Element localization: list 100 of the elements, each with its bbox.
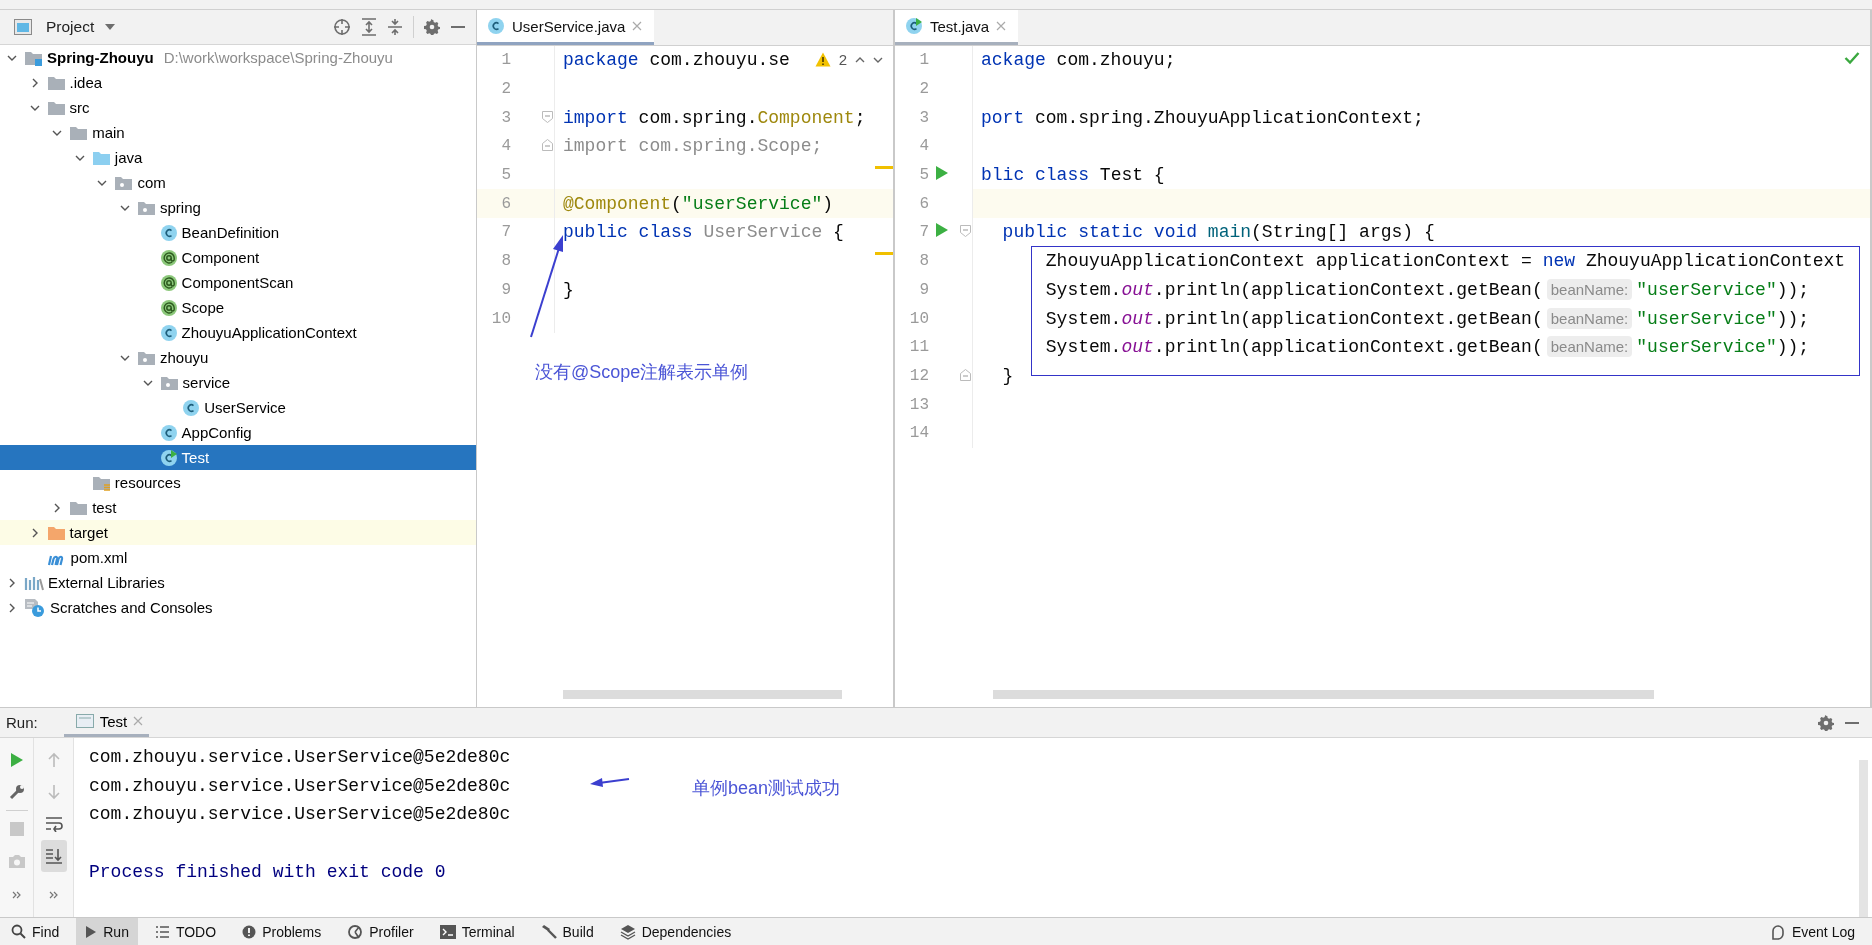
more-icon[interactable] — [48, 891, 59, 899]
line-number: 6 — [918, 194, 929, 213]
console-line: Process finished with exit code 0 — [89, 860, 446, 884]
annotation-arrow — [590, 778, 630, 787]
folder-icon — [69, 499, 89, 516]
close-icon[interactable] — [996, 21, 1007, 31]
check-icon — [1844, 51, 1860, 65]
code-line: package com.zhouyu.se — [562, 50, 790, 71]
line-number: 1 — [500, 51, 511, 70]
class-icon — [182, 398, 201, 417]
line-number: 4 — [918, 137, 929, 156]
tree-item[interactable]: ZhouyuApplicationContext — [0, 320, 476, 345]
chevron-right-icon[interactable] — [7, 577, 17, 588]
tree-item[interactable]: ComponentScan — [0, 270, 476, 295]
run-icon[interactable] — [935, 165, 949, 182]
horizontal-scrollbar[interactable] — [563, 690, 842, 699]
tree-item[interactable]: Test — [0, 445, 476, 470]
tool-window-button[interactable]: Profiler — [338, 918, 423, 945]
project-path: D:\work\workspace\Spring-Zhouyu — [163, 49, 393, 66]
editor-tab[interactable]: UserService.java — [477, 10, 655, 45]
tool-window-button[interactable]: Problems — [233, 918, 331, 945]
scroll-to-end-icon[interactable] — [44, 848, 63, 864]
tool-window-button[interactable]: Dependencies — [610, 918, 741, 945]
tool-window-button[interactable]: Build — [531, 918, 603, 945]
settings-icon[interactable] — [424, 19, 440, 35]
tree-item[interactable]: zhouyu — [0, 345, 476, 370]
resources-folder-icon — [91, 474, 111, 491]
tool-window-button[interactable]: Run — [76, 918, 138, 945]
package-icon — [114, 174, 134, 191]
chevron-right-icon[interactable] — [7, 602, 17, 613]
tree-item[interactable]: Scratches and Consoles — [0, 595, 476, 620]
annotation-icon — [159, 273, 178, 292]
code-line: } — [1001, 365, 1014, 386]
tree-item[interactable]: .idea — [0, 70, 476, 95]
editor-tab[interactable]: Test.java — [895, 10, 1019, 45]
console-icon — [75, 713, 94, 729]
scratches-icon — [24, 597, 46, 618]
tree-item[interactable]: pom.xml — [0, 545, 476, 570]
code-line: port com.spring.ZhouyuApplicationContext; — [980, 107, 1424, 128]
tree-item[interactable]: Component — [0, 245, 476, 270]
warning-count[interactable]: 2 — [838, 51, 847, 68]
folder-icon — [46, 99, 66, 116]
line-number: 2 — [500, 80, 511, 99]
tool-window-button[interactable]: TODO — [145, 918, 226, 945]
tree-item[interactable]: Spring-Zhouyu D:\work\workspace\Spring-Zhouyu — [0, 45, 476, 70]
soft-wrap-icon[interactable] — [44, 816, 63, 832]
tool-window-button[interactable]: Terminal — [430, 918, 524, 945]
tree-item[interactable]: Scope — [0, 295, 476, 320]
class-icon — [487, 17, 505, 35]
run-tab[interactable]: Test — [63, 708, 150, 737]
dropdown-caret-icon[interactable] — [104, 23, 117, 31]
warning-icon[interactable] — [814, 52, 831, 67]
expand-all-icon[interactable] — [361, 18, 377, 36]
annotation-icon — [159, 298, 178, 317]
line-number: 4 — [500, 137, 511, 156]
tool-window-button[interactable]: Find — [2, 918, 69, 945]
folder-icon — [69, 124, 89, 141]
tree-item[interactable]: com — [0, 170, 476, 195]
panel-title[interactable]: Project — [46, 18, 95, 36]
play-icon — [85, 924, 98, 939]
horizontal-scrollbar[interactable] — [993, 690, 1654, 699]
tree-item[interactable]: AppConfig — [0, 420, 476, 445]
folder-icon — [46, 74, 66, 91]
tree-item[interactable]: test — [0, 495, 476, 520]
line-number: 11 — [908, 338, 929, 357]
tree-item[interactable]: resources — [0, 470, 476, 495]
locate-icon[interactable] — [333, 18, 351, 36]
wrench-icon[interactable] — [8, 784, 25, 800]
tree-item[interactable]: service — [0, 370, 476, 395]
more-icon[interactable] — [11, 891, 22, 899]
tree-item[interactable]: spring — [0, 195, 476, 220]
package-icon — [159, 374, 179, 391]
close-icon[interactable] — [632, 21, 643, 31]
collapse-all-icon[interactable] — [387, 18, 403, 36]
event-log-button[interactable]: Event Log — [1760, 918, 1864, 945]
annotation-icon — [159, 248, 178, 267]
code-line: ZhouyuApplicationContext applicationContext = new ZhouyuApplicationContext — [1044, 251, 1846, 272]
code-line: public class UserService { — [562, 222, 844, 243]
tree-item[interactable]: External Libraries — [0, 570, 476, 595]
line-number: 6 — [500, 194, 511, 213]
tree-item[interactable]: target — [0, 520, 476, 545]
tree-item[interactable]: BeanDefinition — [0, 220, 476, 245]
line-number: 12 — [908, 366, 929, 385]
run-icon[interactable] — [935, 222, 949, 239]
vertical-scrollbar[interactable] — [1859, 760, 1868, 917]
layers-icon — [619, 923, 636, 940]
line-number: 13 — [908, 395, 929, 414]
run-icon[interactable] — [9, 752, 24, 768]
search-icon — [11, 924, 26, 939]
gauge-icon — [347, 923, 364, 940]
code-line: @Component("userService") — [562, 193, 834, 214]
tree-item[interactable]: main — [0, 120, 476, 145]
package-icon — [137, 199, 156, 216]
code-line: System.out.println(applicationContext.getBean( beanName: "userService")); — [1044, 337, 1810, 358]
line-number: 2 — [918, 80, 929, 99]
runnable-class-icon — [905, 17, 923, 35]
tree-item[interactable]: UserService — [0, 395, 476, 420]
tree-item[interactable]: src — [0, 95, 476, 120]
tree-item[interactable]: java — [0, 145, 476, 170]
settings-icon[interactable] — [1818, 714, 1834, 731]
